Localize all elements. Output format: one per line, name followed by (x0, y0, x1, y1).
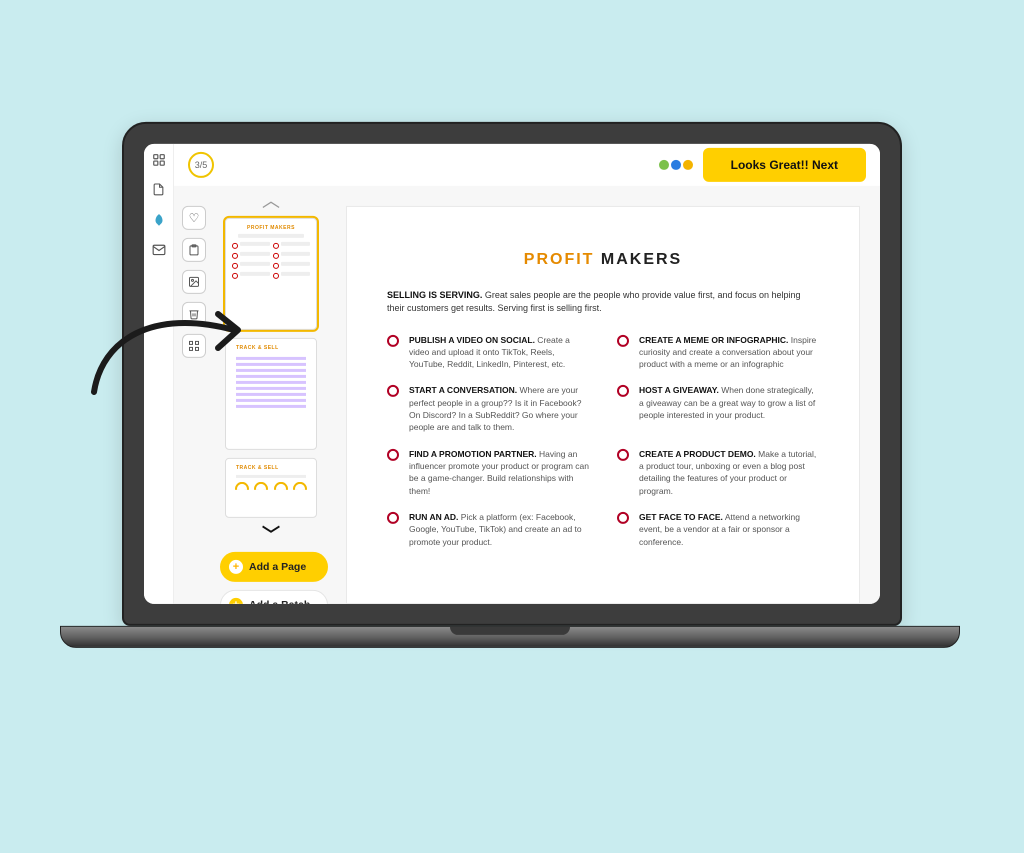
bullet-icon (387, 385, 399, 397)
item-text: GET FACE TO FACE. Attend a networking ev… (639, 511, 819, 548)
bullet-icon (387, 512, 399, 524)
plus-icon: + (229, 559, 243, 573)
list-item: CREATE A MEME OR INFOGRAPHIC. Inspire cu… (617, 333, 819, 370)
page-title: PROFIT MAKERS (387, 250, 819, 268)
list-item: GET FACE TO FACE. Attend a networking ev… (617, 511, 819, 548)
topbar: 3/5 Looks Great!! Next (174, 143, 880, 185)
thumbs-up-icon[interactable]: ︿ (262, 191, 280, 209)
thumbs-down-icon[interactable]: ﹀ (262, 525, 280, 543)
bullet-icon (617, 334, 629, 346)
list-item: START A CONVERSATION. Where are your per… (387, 384, 589, 433)
item-text: FIND A PROMOTION PARTNER. Having an infl… (409, 448, 589, 497)
page-thumbnail-3[interactable]: TRACK & SELL (225, 457, 317, 517)
next-button[interactable]: Looks Great!! Next (703, 147, 866, 181)
plus-icon: + (229, 597, 243, 603)
page-thumbnail-2[interactable]: TRACK & SELL (225, 337, 317, 449)
favorite-icon[interactable]: ♡ (182, 205, 206, 229)
page-thumbnail-1[interactable]: PROFIT MAKERS (225, 217, 317, 329)
item-text: START A CONVERSATION. Where are your per… (409, 384, 589, 433)
laptop-mockup: 3/5 Looks Great!! Next ♡ (122, 121, 902, 647)
item-text: HOST A GIVEAWAY. When done strategically… (639, 384, 819, 421)
document-page[interactable]: PROFIT MAKERS SELLING IS SERVING. Great … (346, 205, 860, 603)
add-batch-label: Add a Batch (249, 598, 310, 603)
bullet-icon (617, 449, 629, 461)
score-badge[interactable]: 3/5 (188, 151, 214, 177)
list-item: FIND A PROMOTION PARTNER. Having an infl… (387, 448, 589, 497)
dashboard-icon[interactable] (151, 151, 167, 167)
workspace: ♡ ︿ (174, 185, 880, 603)
image-icon[interactable] (182, 269, 206, 293)
mail-icon[interactable] (151, 241, 167, 257)
list-item: PUBLISH A VIDEO ON SOCIAL. Create a vide… (387, 333, 589, 370)
list-item: RUN AN AD. Pick a platform (ex: Facebook… (387, 511, 589, 548)
bullet-icon (617, 512, 629, 524)
add-page-button[interactable]: + Add a Page (220, 551, 328, 581)
thumbnail-strip: ︿ PROFIT MAKERS TR (214, 185, 334, 543)
bullet-icon (387, 334, 399, 346)
page-tools: ♡ (174, 185, 214, 603)
canvas: PROFIT MAKERS SELLING IS SERVING. Great … (334, 185, 880, 603)
rocket-icon[interactable] (151, 211, 167, 227)
item-text: CREATE A PRODUCT DEMO. Make a tutorial, … (639, 448, 819, 497)
trash-icon[interactable] (182, 301, 206, 325)
file-icon[interactable] (151, 181, 167, 197)
list-item: HOST A GIVEAWAY. When done strategically… (617, 384, 819, 433)
item-text: PUBLISH A VIDEO ON SOCIAL. Create a vide… (409, 333, 589, 370)
bullet-icon (617, 385, 629, 397)
app-rail (144, 143, 174, 603)
add-page-label: Add a Page (249, 560, 306, 572)
item-text: CREATE A MEME OR INFOGRAPHIC. Inspire cu… (639, 333, 819, 370)
laptop-base (60, 625, 960, 647)
add-buttons: + Add a Page + Add a Batch + Add a PDF (214, 551, 334, 603)
clipboard-icon[interactable] (182, 237, 206, 261)
item-text: RUN AN AD. Pick a platform (ex: Facebook… (409, 511, 589, 548)
add-batch-button[interactable]: + Add a Batch (220, 589, 328, 603)
bullet-icon (387, 449, 399, 461)
grid-icon[interactable] (182, 333, 206, 357)
app-screen: 3/5 Looks Great!! Next ♡ (144, 143, 880, 603)
page-intro: SELLING IS SERVING. Great sales people a… (387, 288, 819, 315)
app-logo-icon (659, 159, 693, 169)
items-grid: PUBLISH A VIDEO ON SOCIAL. Create a vide… (387, 333, 819, 547)
list-item: CREATE A PRODUCT DEMO. Make a tutorial, … (617, 448, 819, 497)
